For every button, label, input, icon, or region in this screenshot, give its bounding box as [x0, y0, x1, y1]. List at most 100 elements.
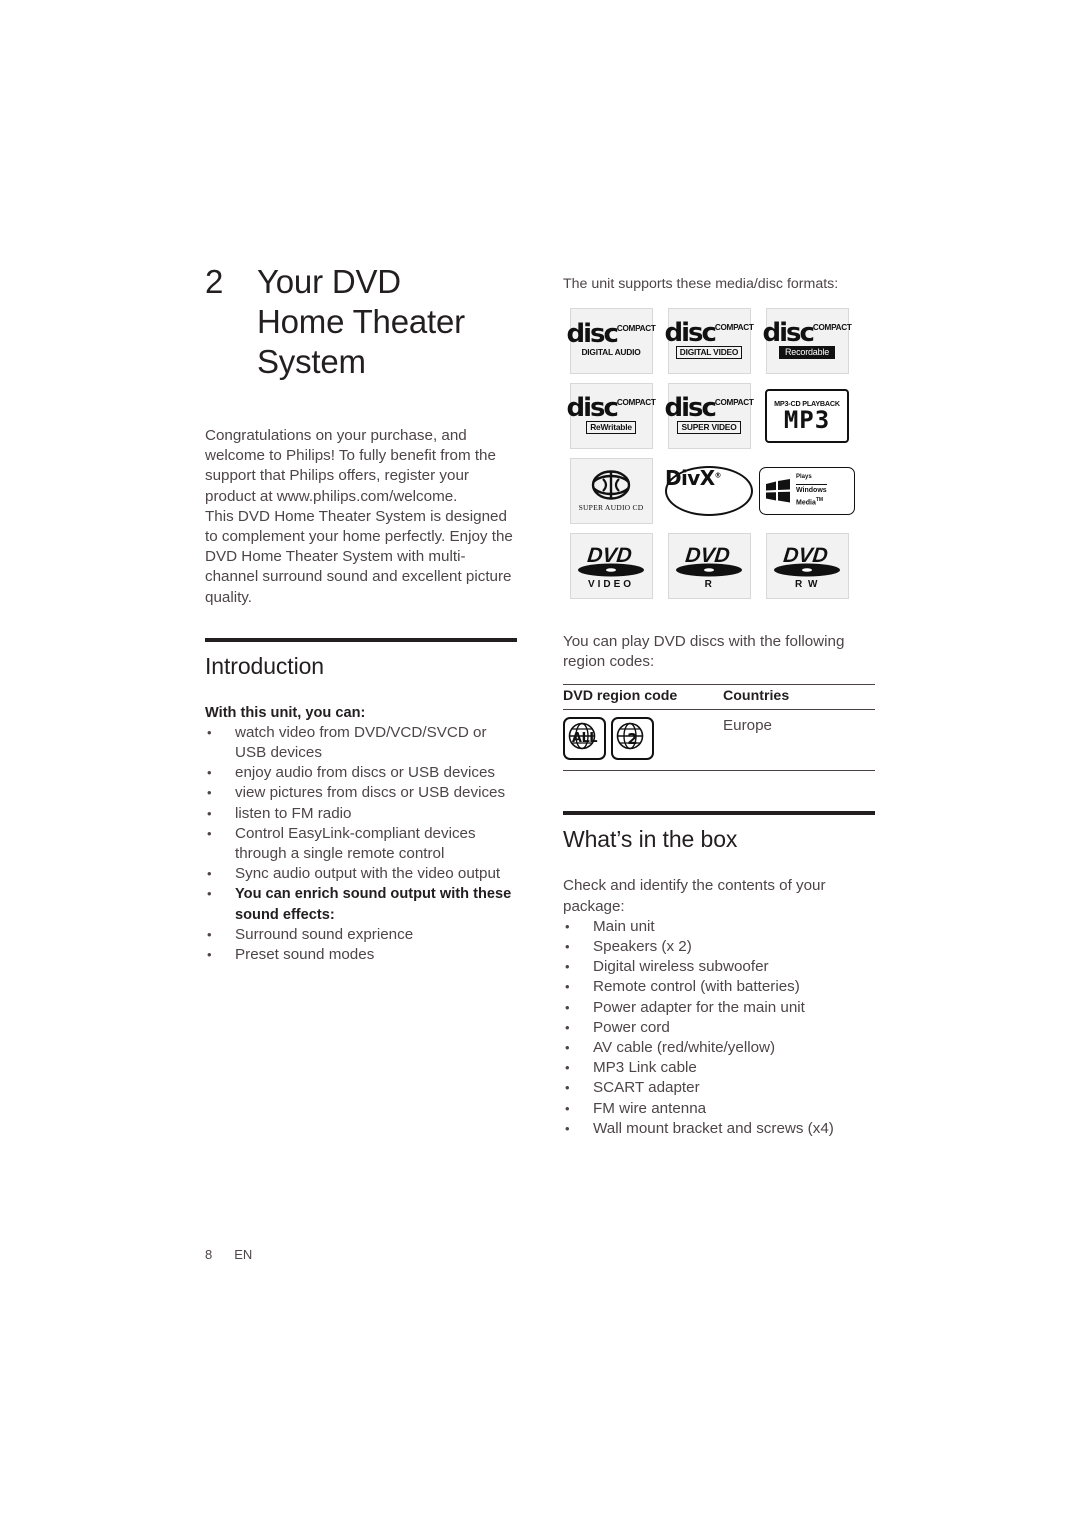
svg-text:DVD: DVD: [684, 544, 731, 567]
cd-disc-text: disc: [762, 318, 814, 348]
sacd-icon: SUPER AUDIO CD: [569, 457, 653, 524]
dvd-caption: R W: [795, 578, 819, 590]
windows-media-line-1: Windows: [796, 487, 827, 495]
list-item: Remote control (with batteries): [563, 977, 875, 997]
column-header-region-code: DVD region code: [563, 684, 723, 711]
sacd-caption: SUPER AUDIO CD: [578, 502, 644, 512]
dvd-disc-icon: DVD: [578, 544, 644, 576]
chapter-heading: 2 Your DVD Home Theater System: [205, 262, 517, 382]
chapter-title-line-3: System: [257, 343, 366, 380]
trademark-icon: TM: [815, 496, 824, 503]
chapter-number: 2: [205, 263, 224, 300]
cd-compact-text: COMPACT: [812, 323, 852, 332]
cd-disc-text: disc: [566, 393, 618, 423]
cd-digital-video-logo: disc COMPACT DIGITAL VIDEO: [661, 304, 757, 377]
sound-effects-list: Surround sound exprience Preset sound mo…: [205, 925, 517, 966]
dvd-video-logo: DVD VIDEO: [563, 529, 659, 602]
svg-text:DVD: DVD: [782, 544, 829, 567]
introduction-heading: Introduction: [205, 652, 324, 679]
cd-digital-audio-logo: disc COMPACT DIGITAL AUDIO: [563, 304, 659, 377]
list-item: enjoy audio from discs or USB devices: [205, 763, 517, 783]
box-contents-heading: What’s in the box: [563, 826, 738, 853]
svg-text:DVD: DVD: [586, 544, 633, 567]
windows-media-icon: Plays Windows MediaTM: [759, 466, 855, 515]
compact-disc-icon: disc COMPACT Recordable: [762, 307, 852, 374]
divx-icon: DivX®: [665, 465, 753, 516]
dvd-icon: DVD R W: [765, 532, 849, 599]
section-rule: [563, 811, 875, 816]
cd-disc-text: disc: [566, 319, 618, 349]
compact-disc-icon: disc COMPACT DIGITAL VIDEO: [664, 307, 754, 374]
divx-wordmark: DivX®: [665, 466, 753, 490]
region-intro: You can play DVD discs with the followin…: [563, 633, 845, 671]
windows-media-line-2: MediaTM: [796, 496, 827, 508]
region-code-label: 2: [627, 729, 638, 748]
windows-media-text: Plays Windows MediaTM: [796, 473, 827, 507]
column-header-countries: Countries: [723, 684, 875, 711]
list-item: Power adapter for the main unit: [563, 998, 875, 1018]
mp3-icon: MP3-CD PLAYBACK MP3: [765, 388, 849, 443]
page-number: 8: [205, 1247, 213, 1262]
cd-wordmark: disc COMPACT: [664, 393, 753, 423]
cd-caption: ReWritable: [586, 421, 636, 434]
list-item: Preset sound modes: [205, 945, 517, 965]
dvd-r-logo: DVD R: [661, 529, 757, 602]
box-contents-list: Main unit Speakers (x 2) Digital wireles…: [563, 917, 875, 1139]
box-contents-lead: Check and identify the contents of your …: [563, 877, 826, 915]
cd-wordmark: disc COMPACT: [762, 318, 852, 348]
list-item: Wall mount bracket and screws (x4): [563, 1119, 875, 1139]
list-item: Surround sound exprience: [205, 925, 517, 945]
chapter-title-line-1: Your DVD: [257, 263, 401, 300]
disc-format-logo-grid: disc COMPACT DIGITAL AUDIO disc COMPACT …: [563, 304, 875, 602]
right-column: The unit supports these media/disc forma…: [563, 275, 875, 1139]
capabilities-list: watch video from DVD/VCD/SVCD or USB dev…: [205, 723, 517, 925]
list-item: Control EasyLink-compliant devices throu…: [205, 824, 517, 864]
region-2-icon: 2: [611, 717, 654, 761]
plays-windows-media-logo: Plays Windows MediaTM: [759, 454, 855, 527]
dvd-icon: DVD VIDEO: [569, 532, 653, 599]
list-item: MP3 Link cable: [563, 1058, 875, 1078]
formats-note: The unit supports these media/disc forma…: [563, 276, 839, 292]
windows-media-line-2-text: Media: [796, 499, 816, 507]
cd-disc-text: disc: [664, 393, 716, 423]
divx-logo: DivX®: [661, 454, 757, 527]
cd-compact-text: COMPACT: [616, 324, 656, 333]
compact-disc-icon: disc COMPACT SUPER VIDEO: [664, 382, 754, 449]
intro-paragraph-2: This DVD Home Theater System is designed…: [205, 507, 513, 606]
cd-rewritable-logo: disc COMPACT ReWritable: [563, 379, 659, 452]
mp3-wordmark: MP3: [783, 406, 831, 434]
list-item: Main unit: [563, 917, 875, 937]
region-all-icon: ALL: [563, 717, 606, 761]
cd-wordmark: disc COMPACT: [664, 318, 754, 348]
dvd-disc-icon: DVD: [676, 544, 742, 576]
list-item: Sync audio output with the video output: [205, 864, 517, 884]
list-item: FM wire antenna: [563, 1099, 875, 1119]
chapter-title-line-2: Home Theater: [257, 303, 465, 340]
dvd-caption: R: [704, 578, 714, 590]
cd-caption: Recordable: [778, 346, 836, 359]
cd-compact-text: COMPACT: [616, 398, 656, 407]
region-code-icons: ALL 2: [563, 717, 723, 761]
cd-caption: DIGITAL AUDIO: [581, 347, 641, 357]
cd-wordmark: disc COMPACT: [566, 319, 656, 349]
sound-effects-lead: You can enrich sound output with these s…: [205, 884, 517, 924]
cd-compact-text: COMPACT: [714, 323, 754, 332]
capabilities-lead: With this unit, you can:: [205, 704, 366, 721]
region-code-table: DVD region code Countries ALL 2 Europe: [563, 684, 875, 772]
list-item: Speakers (x 2): [563, 937, 875, 957]
cd-caption: SUPER VIDEO: [677, 421, 741, 434]
list-item: view pictures from discs or USB devices: [205, 783, 517, 803]
region-countries-cell: Europe: [723, 709, 875, 772]
cd-super-video-logo: disc COMPACT SUPER VIDEO: [661, 379, 757, 452]
cd-disc-text: disc: [664, 318, 716, 348]
windows-flag-icon: [766, 478, 790, 502]
cd-wordmark: disc COMPACT: [566, 393, 656, 423]
mp3-cd-playback-logo: MP3-CD PLAYBACK MP3: [759, 379, 855, 452]
intro-paragraph-1: Congratulations on your purchase, and we…: [205, 427, 496, 505]
list-item: watch video from DVD/VCD/SVCD or USB dev…: [205, 723, 517, 763]
region-code-label: ALL: [571, 731, 598, 747]
super-audio-cd-logo: SUPER AUDIO CD: [563, 454, 659, 527]
list-item: listen to FM radio: [205, 804, 517, 824]
list-item: SCART adapter: [563, 1078, 875, 1098]
divx-word: DivX: [665, 465, 715, 490]
